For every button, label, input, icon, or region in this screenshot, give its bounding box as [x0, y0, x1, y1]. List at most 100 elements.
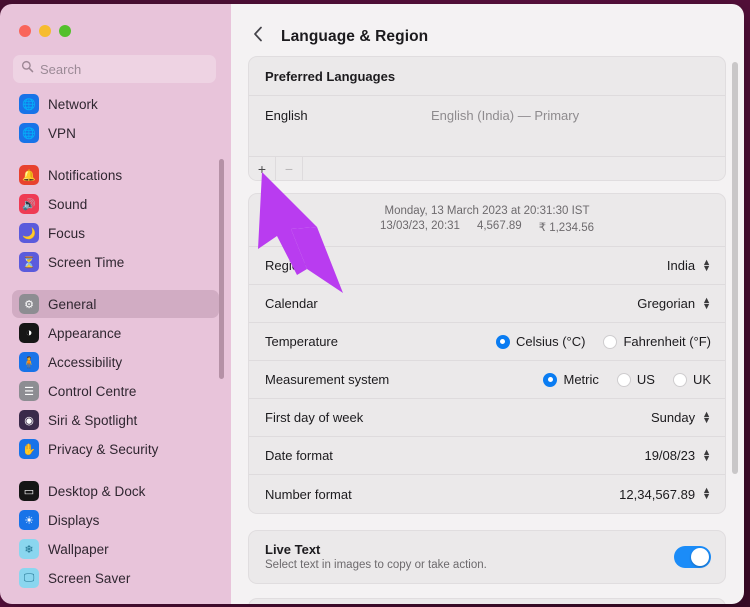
search-field[interactable]	[13, 55, 216, 83]
sidebar-item-label: Focus	[48, 226, 85, 241]
speaker-icon: 🔊	[19, 194, 39, 214]
sidebar-item-label: Displays	[48, 513, 99, 528]
date-format-value: 19/08/23	[644, 448, 695, 463]
measurement-option-label: US	[637, 372, 655, 387]
preview-long-date: Monday, 13 March 2023 at 20:31:30 IST	[249, 205, 725, 217]
first-day-value: Sunday	[651, 410, 695, 425]
radio-button[interactable]	[543, 373, 557, 387]
remove-language-button[interactable]: −	[276, 157, 303, 180]
add-language-button[interactable]: +	[249, 157, 276, 180]
calendar-popup[interactable]: Gregorian ▲▼	[637, 296, 711, 311]
row-number-format: Number format 12,34,567.89 ▲▼	[249, 475, 725, 513]
measurement-option[interactable]: UK	[673, 372, 711, 387]
sidebar-item-siri-spotlight[interactable]: ◉Siri & Spotlight	[12, 406, 219, 434]
radio-button[interactable]	[603, 335, 617, 349]
sidebar-item-screen-saver[interactable]: 🖵Screen Saver	[12, 564, 219, 592]
temperature-option[interactable]: Fahrenheit (°F)	[603, 334, 711, 349]
row-date-format: Date format 19/08/23 ▲▼	[249, 437, 725, 475]
radio-button[interactable]	[496, 335, 510, 349]
language-list-empty-space	[249, 134, 725, 156]
sidebar-item-accessibility[interactable]: 🧍Accessibility	[12, 348, 219, 376]
sidebar: 🌐 Network 🌐 VPN 🔔Notifications🔊Sound🌙Focus⏳S…	[0, 4, 231, 604]
sidebar-item-label: VPN	[48, 126, 76, 141]
sidebar-group: ▭Desktop & Dock ☀ Displays ❄Wallpaper🖵Scree…	[0, 477, 231, 592]
row-first-day: First day of week Sunday ▲▼	[249, 399, 725, 437]
sidebar-item-desktop-dock[interactable]: ▭Desktop & Dock	[12, 477, 219, 505]
sidebar-item-wallpaper[interactable]: ❄Wallpaper	[12, 535, 219, 563]
preferred-languages-card: Preferred Languages English English (Ind…	[248, 56, 726, 181]
date-format-popup[interactable]: 19/08/23 ▲▼	[644, 448, 711, 463]
number-format-value: 12,34,567.89	[619, 487, 695, 502]
zoom-button[interactable]	[59, 25, 71, 37]
language-row[interactable]: English English (India) — Primary	[249, 96, 725, 134]
sidebar-item-notifications[interactable]: 🔔Notifications	[12, 161, 219, 189]
preview-number: 4,567.89	[477, 220, 522, 234]
sidebar-item-label: Control Centre	[48, 384, 137, 399]
measurement-option[interactable]: Metric	[543, 372, 598, 387]
back-button[interactable]	[249, 28, 267, 46]
row-temperature: Temperature Celsius (°C) Fahrenheit (°F)	[249, 323, 725, 361]
sidebar-item-label: Accessibility	[48, 355, 122, 370]
search-icon	[21, 60, 34, 78]
sidebar-group: 🔔Notifications🔊Sound🌙Focus⏳Screen Time	[0, 161, 231, 276]
temperature-label: Temperature	[265, 334, 338, 349]
first-day-popup[interactable]: Sunday ▲▼	[651, 410, 711, 425]
radio-button[interactable]	[617, 373, 631, 387]
vpn-globe-icon: 🌐	[19, 123, 39, 143]
measurement-option-label: UK	[693, 372, 711, 387]
number-format-popup[interactable]: 12,34,567.89 ▲▼	[619, 487, 711, 502]
main-scrollbar[interactable]	[732, 62, 738, 474]
live-text-toggle[interactable]	[674, 546, 711, 568]
desktop-dock-icon: ▭	[19, 481, 39, 501]
sidebar-item-screen-time[interactable]: ⏳Screen Time	[12, 248, 219, 276]
chevron-updown-icon: ▲▼	[702, 450, 711, 461]
sidebar-item-privacy-security[interactable]: ✋Privacy & Security	[12, 435, 219, 463]
display-icon: ☀	[19, 510, 39, 530]
network-globe-icon: 🌐	[19, 94, 39, 114]
sidebar-item-general[interactable]: ⚙General	[12, 290, 219, 318]
row-measurement: Measurement system MetricUSUK	[249, 361, 725, 399]
sidebar-group: 🌐 Network 🌐 VPN	[0, 90, 231, 147]
sidebar-item-appearance[interactable]: ◑Appearance	[12, 319, 219, 347]
region-value: India	[667, 258, 695, 273]
toolbar-filler	[303, 157, 725, 180]
search-input[interactable]	[40, 62, 208, 77]
system-settings-window: 🌐 Network 🌐 VPN 🔔Notifications🔊Sound🌙Focus⏳S…	[0, 4, 744, 604]
minimize-button[interactable]	[39, 25, 51, 37]
sidebar-item-label: Privacy & Security	[48, 442, 158, 457]
sidebar-item-network[interactable]: 🌐 Network	[12, 90, 219, 118]
temperature-option[interactable]: Celsius (°C)	[496, 334, 585, 349]
sidebar-item-displays[interactable]: ☀ Displays	[12, 506, 219, 534]
sidebar-group-separator	[0, 464, 231, 477]
preview-short-date: 13/03/23, 20:31	[380, 220, 460, 234]
close-button[interactable]	[19, 25, 31, 37]
chevron-updown-icon: ▲▼	[702, 260, 711, 271]
live-text-title: Live Text	[265, 542, 487, 557]
live-text-text: Live Text Select text in images to copy …	[265, 542, 487, 571]
sidebar-group: ⚙General◑Appearance🧍Accessibility ☰ Contro…	[0, 290, 231, 463]
language-list-toolbar: + −	[249, 156, 725, 180]
preview-currency: ₹ 1,234.56	[539, 220, 594, 234]
window-controls	[0, 4, 231, 37]
sidebar-item-focus[interactable]: 🌙Focus	[12, 219, 219, 247]
appearance-icon: ◑	[19, 323, 39, 343]
language-name: English	[265, 108, 431, 123]
radio-button[interactable]	[673, 373, 687, 387]
sidebar-item-label: Siri & Spotlight	[48, 413, 137, 428]
calendar-label: Calendar	[265, 296, 318, 311]
row-calendar: Calendar Gregorian ▲▼	[249, 285, 725, 323]
control-centre-icon: ☰	[19, 381, 39, 401]
sidebar-item-vpn[interactable]: 🌐 VPN	[12, 119, 219, 147]
wallpaper-icon: ❄	[19, 539, 39, 559]
sidebar-scrollbar[interactable]	[219, 159, 224, 379]
live-text-subtitle: Select text in images to copy or take ac…	[265, 559, 487, 571]
main-scroll-area[interactable]: Preferred Languages English English (Ind…	[231, 52, 744, 604]
sidebar-scroll-area[interactable]: 🌐 Network 🌐 VPN 🔔Notifications🔊Sound🌙Focus⏳S…	[0, 90, 231, 604]
sidebar-item-label: Network	[48, 97, 98, 112]
region-popup[interactable]: India ▲▼	[667, 258, 711, 273]
sidebar-item-sound[interactable]: 🔊Sound	[12, 190, 219, 218]
sidebar-item-control-centre[interactable]: ☰ Control Centre	[12, 377, 219, 405]
measurement-option[interactable]: US	[617, 372, 655, 387]
toggle-knob	[691, 548, 709, 566]
sidebar-item-label: Notifications	[48, 168, 122, 183]
